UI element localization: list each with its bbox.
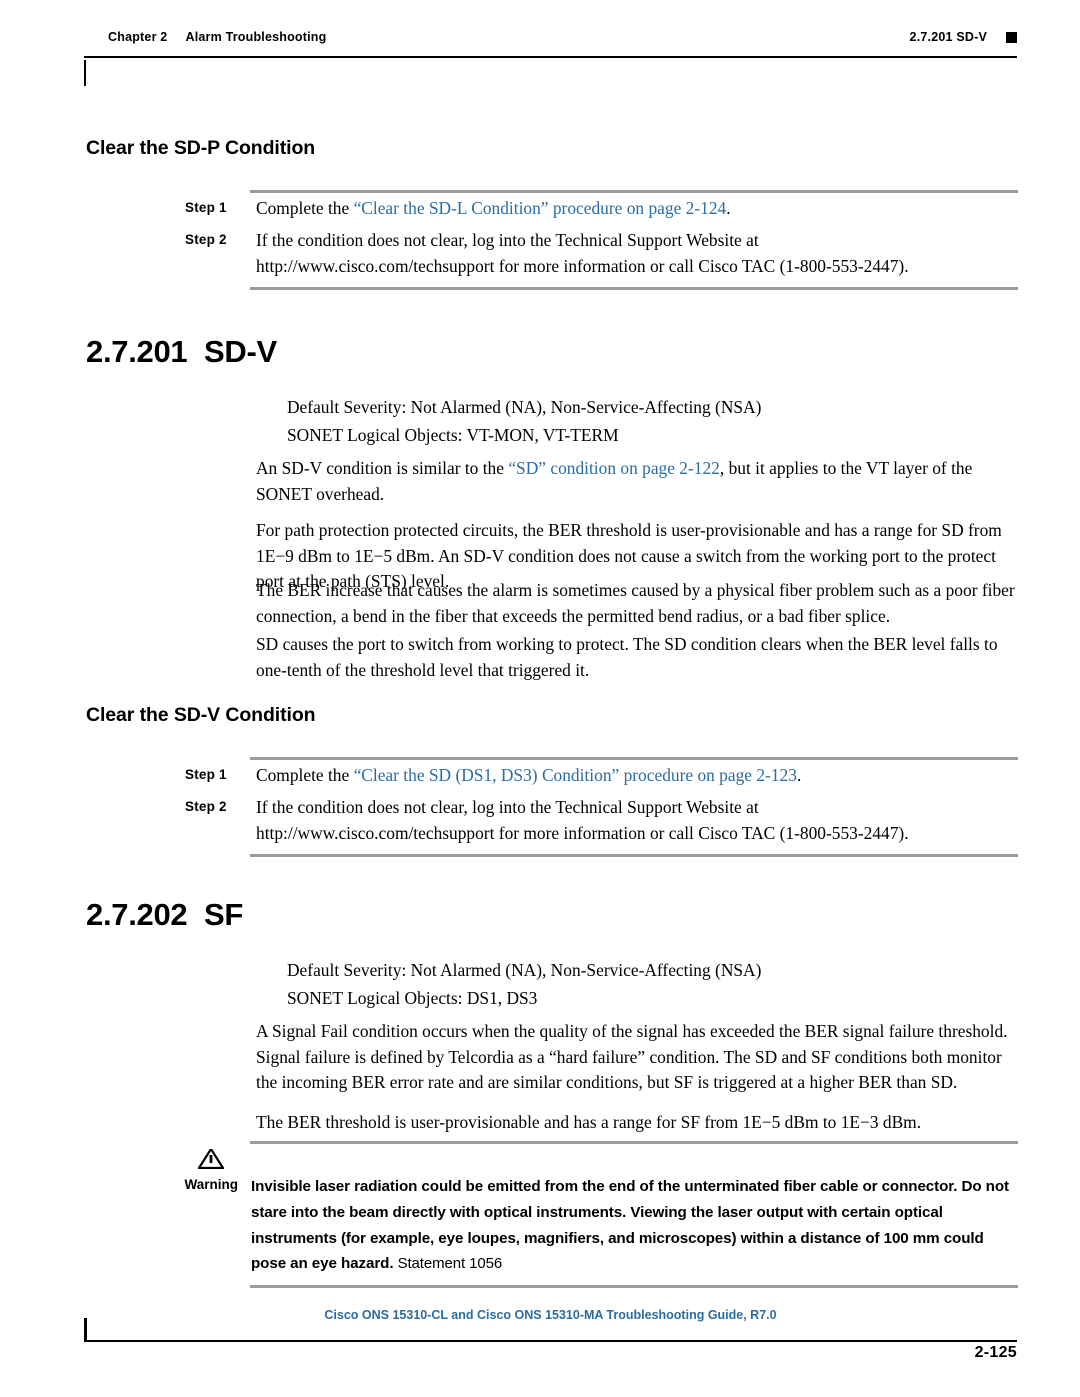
page-header: Chapter 2 Alarm Troubleshooting 2.7.201 S… xyxy=(84,30,1017,86)
sdv-p1-link[interactable]: “SD” condition on page 2-122 xyxy=(508,458,720,478)
step-link-sdv-1[interactable]: “Clear the SD (DS1, DS3) Condition” proc… xyxy=(354,765,797,785)
step-text-sdp-1-after: . xyxy=(726,198,731,218)
section-title-sf: SF xyxy=(203,897,243,932)
sdv-paragraph-4: SD causes the port to switch from workin… xyxy=(256,634,998,680)
sdv-severity: Default Severity: Not Alarmed (NA), Non-… xyxy=(287,397,762,417)
warning-rule-bottom xyxy=(250,1285,1018,1288)
header-chapter-number: Chapter 2 xyxy=(108,30,168,44)
step-rule-bottom-sdv xyxy=(250,854,1018,857)
warning-body-text: Invisible laser radiation could be emitt… xyxy=(251,1178,1009,1273)
step-text-sdv-2: If the condition does not clear, log int… xyxy=(256,795,1018,846)
step-rule-top-sdp xyxy=(250,190,1018,193)
step-text-sdv-1-after: . xyxy=(796,765,802,785)
warning-rule-top xyxy=(250,1141,1018,1144)
warning-body: Invisible laser radiation could be emitt… xyxy=(251,1174,1019,1277)
step-text-sdv-2-line1: If the condition does not clear, log int… xyxy=(256,797,759,817)
section-title-sdv: SD-V xyxy=(203,334,277,369)
header-section-ref: 2.7.201 SD-V xyxy=(909,30,987,44)
step-rule-bottom-sdp xyxy=(250,287,1018,290)
heading-clear-sd-v: Clear the SD-V Condition xyxy=(86,704,316,726)
sdv-logical-objects: SONET Logical Objects: VT-MON, VT-TERM xyxy=(287,425,619,445)
header-chapter: Chapter 2 Alarm Troubleshooting xyxy=(108,30,326,44)
header-divider xyxy=(84,56,1017,58)
warning-statement: Statement 1056 xyxy=(397,1255,503,1273)
warning-label: Warning xyxy=(184,1177,239,1192)
step-text-sdv-1: Complete the “Clear the SD (DS1, DS3) Co… xyxy=(256,763,1018,789)
step-label-sdp-1: Step 1 xyxy=(185,200,227,215)
section-number-sdv: 2.7.201 xyxy=(86,334,188,369)
step-text-sdp-2-line2: http://www.cisco.com/techsupport for mor… xyxy=(256,255,909,276)
step-text-sdp-1: Complete the “Clear the SD-L Condition” … xyxy=(256,196,1018,222)
footer-title: Cisco ONS 15310-CL and Cisco ONS 15310-M… xyxy=(324,1308,777,1322)
footer-tick-mark xyxy=(84,1318,87,1342)
sf-paragraph-1: A Signal Fail condition occurs when the … xyxy=(256,1021,1008,1092)
sf-paragraph-2: The BER threshold is user-provisionable … xyxy=(256,1112,922,1132)
sdv-p1-before: An SD-V condition is similar to the xyxy=(256,458,509,478)
footer-page-number: 2-125 xyxy=(974,1344,1017,1361)
sf-logical-objects: SONET Logical Objects: DS1, DS3 xyxy=(287,988,538,1008)
heading-2-7-202: 2.7.202 SF xyxy=(86,897,243,933)
step-text-sdp-1-before: Complete the xyxy=(256,198,354,218)
header-chapter-title: Alarm Troubleshooting xyxy=(185,30,327,44)
step-link-sdp-1[interactable]: “Clear the SD-L Condition” procedure on … xyxy=(354,198,727,218)
section-number-sf: 2.7.202 xyxy=(86,897,188,932)
header-tick-mark xyxy=(84,60,86,86)
heading-clear-sd-p: Clear the SD-P Condition xyxy=(86,137,316,159)
sdv-paragraph-1: An SD-V condition is similar to the “SD”… xyxy=(256,456,1021,507)
header-square-marker xyxy=(1006,32,1017,43)
step-rule-top-sdv xyxy=(250,757,1018,760)
step-text-sdv-2-line2: http://www.cisco.com/techsupport for mor… xyxy=(256,822,909,843)
heading-2-7-201: 2.7.201 SD-V xyxy=(86,334,277,370)
warning-triangle-icon xyxy=(197,1146,225,1170)
sdv-paragraph-3: The BER increase that causes the alarm i… xyxy=(256,580,1015,626)
footer-divider xyxy=(84,1340,1017,1342)
document-page: Chapter 2 Alarm Troubleshooting 2.7.201 S… xyxy=(0,0,1080,1397)
step-label-sdp-2: Step 2 xyxy=(185,232,227,247)
step-label-sdv-2: Step 2 xyxy=(185,799,227,814)
step-text-sdp-2: If the condition does not clear, log int… xyxy=(256,228,1018,279)
sf-severity: Default Severity: Not Alarmed (NA), Non-… xyxy=(287,960,762,980)
step-label-sdv-1: Step 1 xyxy=(185,767,227,782)
step-text-sdv-1-before: Complete the xyxy=(256,765,354,785)
step-text-sdp-2-line1: If the condition does not clear, log int… xyxy=(256,230,759,250)
